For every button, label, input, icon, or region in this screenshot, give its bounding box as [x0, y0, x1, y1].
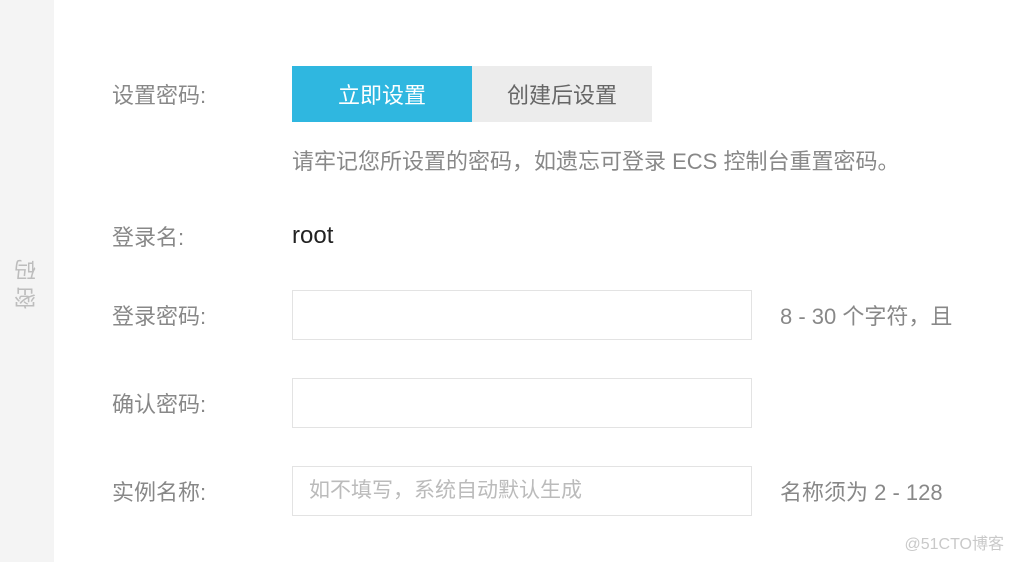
- watermark: @51CTO博客: [904, 530, 1004, 554]
- row-login-name: 登录名: root: [112, 220, 1016, 252]
- instance-name-input[interactable]: [292, 466, 752, 516]
- row-confirm-password: 确认密码:: [112, 378, 1016, 428]
- label-instance-name: 实例名称:: [112, 475, 292, 507]
- form-content: 设置密码: 立即设置 创建后设置 请牢记您所设置的密码，如遗忘可登录 ECS 控…: [54, 0, 1016, 562]
- confirm-password-input[interactable]: [292, 378, 752, 428]
- side-rail-label: 密码: [11, 253, 43, 309]
- row-login-password: 登录密码: 8 - 30 个字符，且: [112, 290, 1016, 340]
- tab-set-now[interactable]: 立即设置: [292, 66, 472, 122]
- hint-remember-password: 请牢记您所设置的密码，如遗忘可登录 ECS 控制台重置密码。: [292, 144, 1016, 176]
- row-set-password: 设置密码: 立即设置 创建后设置: [112, 66, 1016, 122]
- tab-set-later[interactable]: 创建后设置: [472, 66, 652, 122]
- label-set-password: 设置密码:: [112, 78, 292, 110]
- label-login-password: 登录密码:: [112, 299, 292, 331]
- password-timing-tabs: 立即设置 创建后设置: [292, 66, 652, 122]
- hint-password-rule: 8 - 30 个字符，且: [780, 299, 952, 331]
- value-login-name: root: [292, 222, 333, 250]
- label-confirm-password: 确认密码:: [112, 387, 292, 419]
- label-login-name: 登录名:: [112, 220, 292, 252]
- login-password-input[interactable]: [292, 290, 752, 340]
- side-rail: 密码: [0, 0, 54, 562]
- row-instance-name: 实例名称: 名称须为 2 - 128: [112, 466, 1016, 516]
- hint-name-rule: 名称须为 2 - 128: [780, 475, 943, 507]
